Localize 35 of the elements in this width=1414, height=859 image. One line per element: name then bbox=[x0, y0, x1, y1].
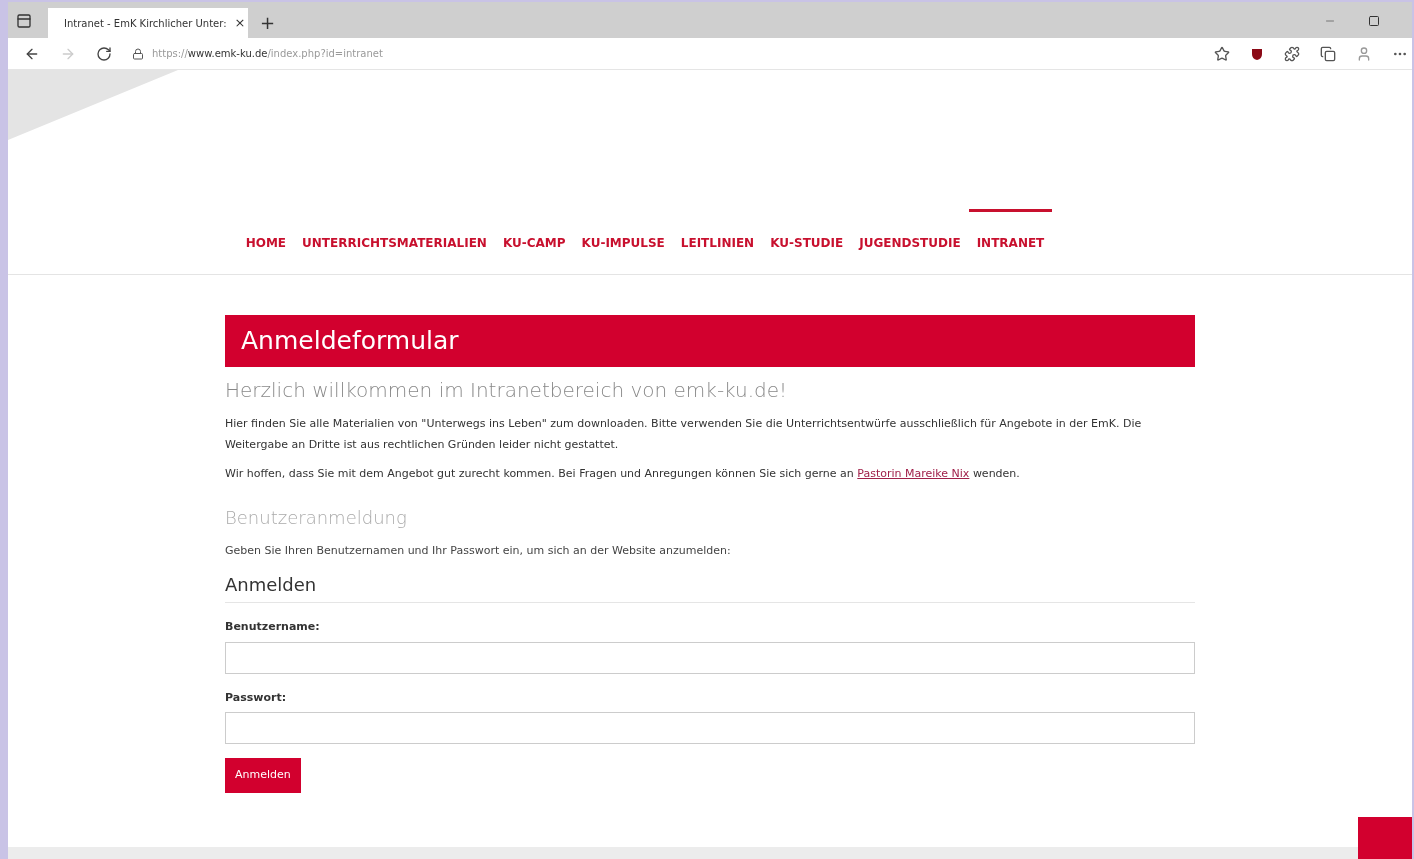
tab-actions-icon[interactable] bbox=[16, 13, 32, 29]
nav-link[interactable]: KU-IMPULSE bbox=[573, 209, 673, 252]
nav-link[interactable]: LEITLINIEN bbox=[672, 209, 763, 252]
field-label: Passwort: bbox=[225, 689, 288, 706]
field-label: Benutzername: bbox=[225, 619, 321, 635]
reload-icon[interactable] bbox=[96, 45, 112, 62]
close-tab-button[interactable]: × bbox=[234, 13, 246, 33]
contact-paragraph: Wir hoffen, dass Sie mit dem Angebot gut zurecht kommen. Bei Fragen und Anregungen können Sie sich gerne an Pastorin Mareike Nix wenden. bbox=[225, 465, 1021, 482]
favorites-icon[interactable] bbox=[1214, 45, 1230, 62]
lock-icon bbox=[132, 47, 144, 60]
url-text[interactable]: https://www.emk-ku.de/index.php?id=intranet bbox=[152, 46, 1194, 61]
nav-link[interactable]: KU-CAMP bbox=[494, 209, 574, 252]
welcome-heading: Herzlich willkommen im Intranetbereich von emk-ku.de! bbox=[225, 376, 789, 404]
browser-tab[interactable]: Intranet - EmK Kirchlicher Unter: × bbox=[48, 8, 248, 38]
nav-link[interactable]: KU-STUDIE bbox=[762, 209, 852, 252]
login-button[interactable]: Anmelden bbox=[225, 758, 301, 793]
contact-link[interactable]: Pastorin Mareike Nix bbox=[857, 466, 970, 480]
input-field[interactable] bbox=[225, 712, 1195, 744]
extensions-icon[interactable] bbox=[1284, 45, 1300, 62]
page-title: Anmeldeformular bbox=[225, 315, 1195, 367]
profile-icon[interactable] bbox=[1356, 45, 1372, 62]
intro-paragraph: Hier finden Sie alle Materialien von "Unterwegs ins Leben" zum downloaden. Bitte verwenden Sie die Unterrichtsentwürfe ausschließlich für Angebote in der EmK. Die Weitergabe an Dritte ist aus rechtlichen Gründen leider nicht gestattet. bbox=[225, 415, 1143, 453]
form-title: Anmelden bbox=[225, 571, 1195, 603]
new-tab-button[interactable]: + bbox=[260, 14, 276, 32]
login-hint: Geben Sie Ihren Benutzernamen und Ihr Passwort ein, um sich an der Website anzumelden: bbox=[225, 542, 732, 559]
nav-link[interactable]: HOME bbox=[237, 209, 295, 252]
login-heading: Benutzeranmeldung bbox=[225, 505, 408, 530]
nav-link[interactable]: JUGENDSTUDIE bbox=[851, 209, 969, 252]
input-field[interactable] bbox=[225, 641, 1195, 674]
collections-icon[interactable] bbox=[1320, 45, 1336, 62]
shield-icon[interactable] bbox=[1250, 46, 1264, 61]
tab-title: Intranet - EmK Kirchlicher Unter: bbox=[64, 16, 227, 31]
nav-link[interactable]: UNTERRICHTSMATERIALIEN bbox=[294, 209, 495, 252]
maximize-icon[interactable] bbox=[1368, 15, 1380, 27]
nav-link[interactable]: INTRANET bbox=[968, 209, 1053, 252]
